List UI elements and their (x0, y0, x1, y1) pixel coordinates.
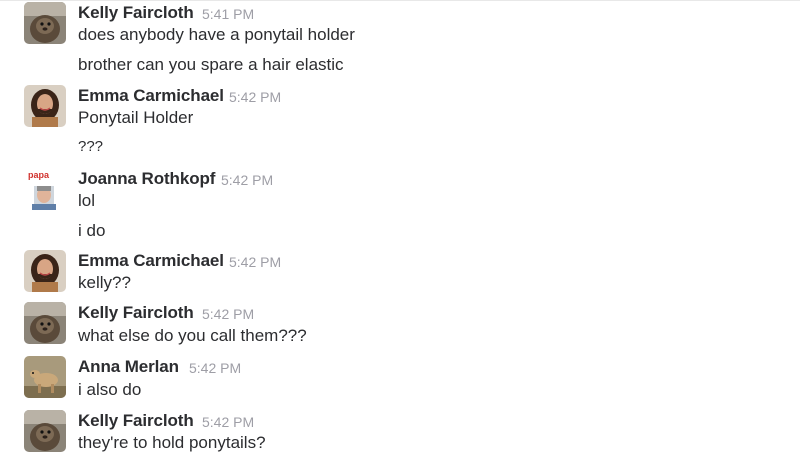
avatar-label: papa (28, 170, 50, 180)
papa-man-avatar-icon[interactable]: papa (24, 168, 66, 210)
message-text: lol (78, 191, 96, 210)
message-timestamp[interactable]: 5:42 PM (202, 414, 254, 430)
message-text: they're to hold ponytails? (78, 433, 266, 452)
dog-avatar-icon[interactable] (24, 356, 66, 398)
message-author[interactable]: Joanna Rothkopf (78, 169, 215, 189)
message-author[interactable]: Kelly Faircloth (78, 411, 194, 431)
message-timestamp[interactable]: 5:42 PM (189, 360, 241, 376)
message-author[interactable]: Kelly Faircloth (78, 303, 194, 323)
message-text: i do (78, 221, 106, 240)
message-timestamp[interactable]: 5:42 PM (221, 172, 273, 188)
message-timestamp[interactable]: 5:42 PM (202, 306, 254, 322)
woman-portrait-avatar-icon[interactable] (24, 250, 66, 292)
message-text: does anybody have a ponytail holder (78, 25, 355, 44)
message-timestamp[interactable]: 5:42 PM (229, 254, 281, 270)
groundhog-avatar-icon[interactable] (24, 410, 66, 452)
message-text: kelly?? (78, 273, 131, 292)
message-text: Ponytail Holder (78, 108, 194, 127)
message-author[interactable]: Emma Carmichael (78, 86, 224, 106)
message-text: brother can you spare a hair elastic (78, 55, 344, 74)
message-text: what else do you call them??? (78, 326, 307, 345)
woman-portrait-avatar-icon[interactable] (24, 85, 66, 127)
message-author[interactable]: Kelly Faircloth (78, 3, 194, 23)
groundhog-avatar-icon[interactable] (24, 2, 66, 44)
message-author[interactable]: Anna Merlan (78, 357, 179, 377)
message-timestamp[interactable]: 5:41 PM (202, 6, 254, 22)
message-text: ??? (78, 138, 104, 155)
groundhog-avatar-icon[interactable] (24, 302, 66, 344)
message-text: i also do (78, 380, 142, 399)
message-author[interactable]: Emma Carmichael (78, 251, 224, 271)
message-timestamp[interactable]: 5:42 PM (229, 89, 281, 105)
